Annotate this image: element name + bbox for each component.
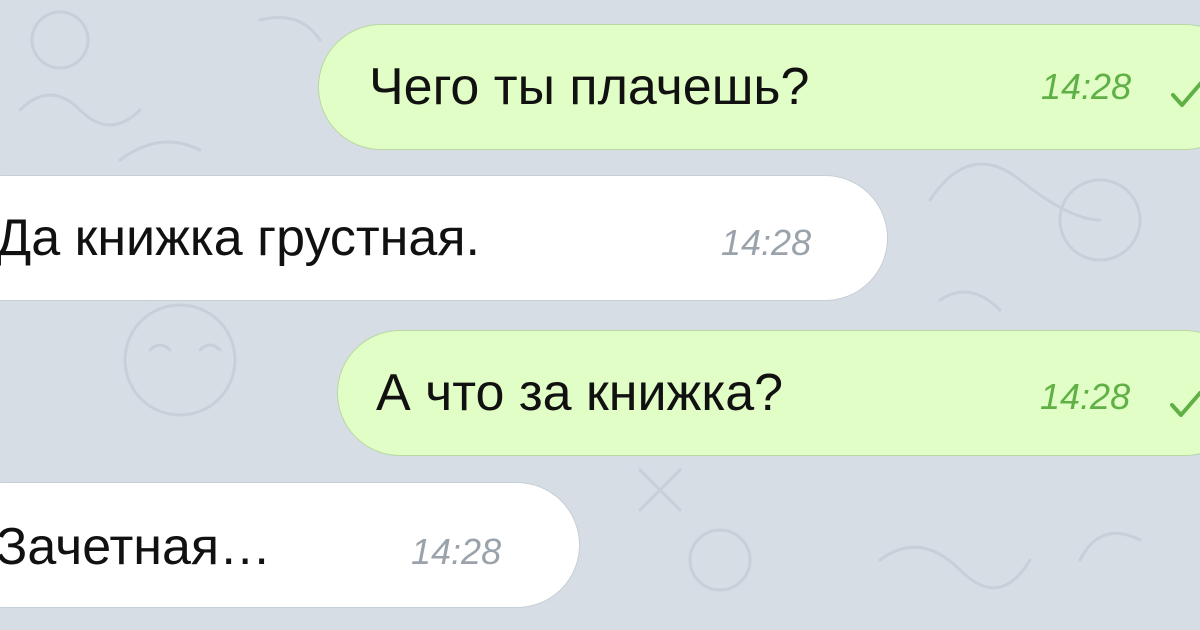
message-bubble-incoming[interactable]: Зачетная… 14:28 — [0, 482, 580, 608]
message-time: 14:28 — [721, 222, 812, 263]
check-icon — [1170, 391, 1200, 417]
message-text: Зачетная… — [0, 518, 272, 576]
message-text: А что за книжка? — [376, 364, 784, 422]
message-time: 14:28 — [1041, 66, 1132, 107]
message-text: Да книжка грустная. — [0, 209, 480, 267]
message-bubble-outgoing[interactable]: Чего ты плачешь? 14:28 — [318, 24, 1200, 150]
message-time: 14:28 — [1040, 376, 1131, 417]
message-time: 14:28 — [411, 531, 502, 572]
message-bubble-incoming[interactable]: Да книжка грустная. 14:28 — [0, 175, 888, 301]
check-icon — [1171, 81, 1200, 107]
message-text: Чего ты плачешь? — [369, 58, 810, 116]
message-bubble-outgoing[interactable]: А что за книжка? 14:28 — [337, 330, 1200, 456]
